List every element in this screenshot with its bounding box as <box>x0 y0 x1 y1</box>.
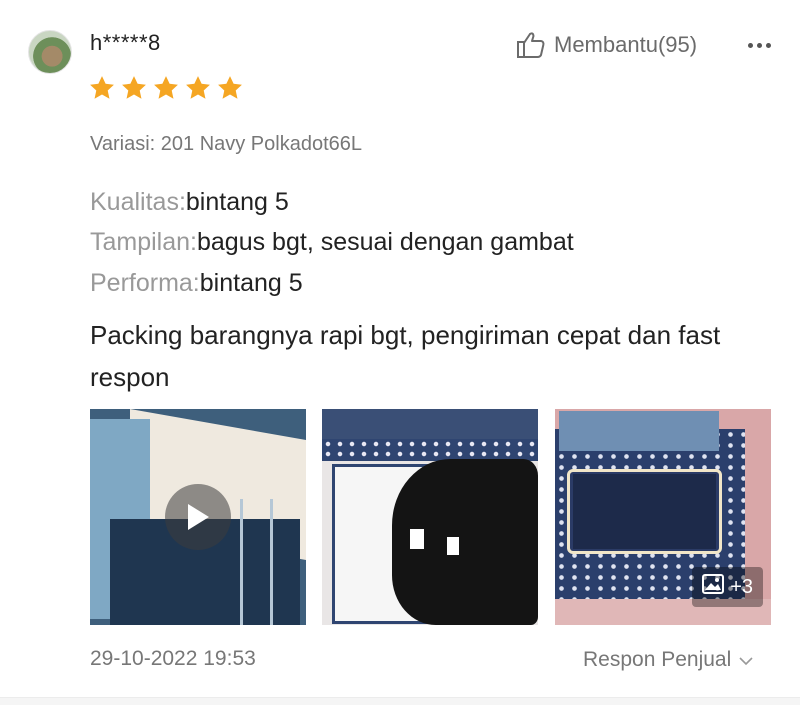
reviewer-username: h*****8 <box>90 30 161 55</box>
review-card: h*****8 Membantu(95) Variasi: 201 Navy P… <box>0 0 800 705</box>
review-date: 29-10-2022 19:53 <box>90 647 256 670</box>
review-comment: Packing barangnya rapi bgt, pengiriman c… <box>90 320 721 392</box>
more-photos-badge[interactable]: +3 <box>692 567 763 607</box>
star-icon <box>186 76 210 99</box>
chevron-down-icon <box>739 648 753 672</box>
star-icon <box>154 76 178 99</box>
review-video-thumbnail[interactable] <box>90 409 306 625</box>
review-photo-thumbnail[interactable] <box>322 409 538 625</box>
attribute-quality: Kualitas:bintang 5 <box>90 188 289 217</box>
more-dots-icon[interactable] <box>748 30 771 60</box>
avatar[interactable] <box>28 30 72 74</box>
more-photos-count: +3 <box>730 575 753 598</box>
section-separator <box>0 698 800 705</box>
attribute-key: Performa: <box>90 269 200 297</box>
helpful-count: Membantu(95) <box>554 32 698 57</box>
star-rating <box>88 74 244 102</box>
attribute-appearance: Tampilan:bagus bgt, sesuai dengan gambat <box>90 228 574 257</box>
seller-response-toggle[interactable]: Respon Penjual <box>583 647 753 673</box>
review-photo-thumbnail[interactable]: +3 <box>555 409 771 625</box>
attribute-performance: Performa:bintang 5 <box>90 269 303 298</box>
thumbs-up-icon <box>516 31 546 59</box>
star-icon <box>218 76 242 99</box>
attribute-value: bagus bgt, sesuai dengan gambat <box>197 228 574 256</box>
star-icon <box>122 76 146 99</box>
variation-label: Variasi: 201 Navy Polkadot66L <box>90 133 363 155</box>
helpful-button[interactable]: Membantu(95) <box>516 30 697 60</box>
attribute-key: Kualitas: <box>90 188 186 216</box>
attribute-value: bintang 5 <box>199 269 303 297</box>
attribute-value: bintang 5 <box>185 188 289 216</box>
seller-response-label: Respon Penjual <box>583 648 732 671</box>
star-icon <box>90 76 114 99</box>
attribute-key: Tampilan: <box>90 228 197 256</box>
play-icon[interactable] <box>165 484 231 550</box>
image-icon <box>702 574 725 600</box>
